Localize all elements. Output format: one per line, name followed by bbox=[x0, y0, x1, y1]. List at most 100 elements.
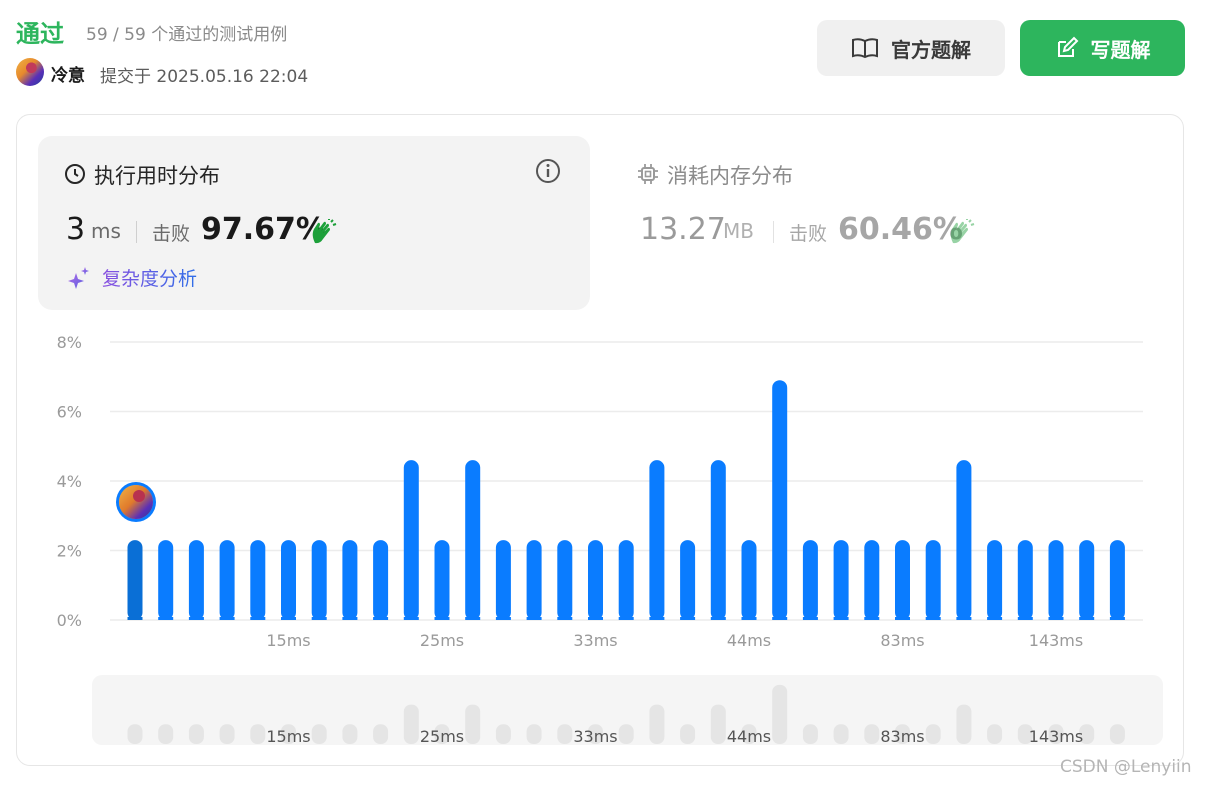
x-tick-label: 44ms bbox=[727, 631, 771, 650]
chart-bar-base bbox=[741, 617, 757, 620]
chart-bar[interactable] bbox=[680, 540, 696, 620]
chart-bar[interactable] bbox=[557, 540, 573, 620]
chart-bar-base bbox=[618, 617, 634, 620]
navigator-tick-label: 25ms bbox=[420, 727, 464, 746]
chart-bar-base bbox=[403, 617, 419, 620]
chart-bar-base bbox=[127, 617, 143, 620]
navigator-tick-label: 44ms bbox=[727, 727, 771, 746]
navigator-bar bbox=[710, 704, 726, 744]
chart-bar-base bbox=[188, 617, 204, 620]
chart-bar[interactable] bbox=[987, 540, 1003, 620]
navigator-bar bbox=[772, 684, 788, 744]
navigator-tick-label: 33ms bbox=[573, 727, 617, 746]
navigator-bar bbox=[864, 724, 880, 744]
chart-bar-base bbox=[680, 617, 696, 620]
y-tick-label: 8% bbox=[57, 333, 82, 352]
chart-bar[interactable] bbox=[188, 540, 204, 620]
chart-bar[interactable] bbox=[373, 540, 389, 620]
current-position-avatar bbox=[116, 482, 156, 522]
chart-bar[interactable] bbox=[434, 540, 450, 620]
chart-bar-base bbox=[526, 617, 542, 620]
navigator-bar bbox=[649, 704, 665, 744]
chart-bar[interactable] bbox=[833, 540, 849, 620]
chart-bar-base bbox=[158, 617, 174, 620]
navigator-bar bbox=[373, 724, 389, 744]
navigator-tick-label: 83ms bbox=[880, 727, 924, 746]
chart-bar[interactable] bbox=[403, 460, 419, 620]
chart-bar[interactable] bbox=[864, 540, 880, 620]
chart-bar[interactable] bbox=[1048, 540, 1064, 620]
chart-bar[interactable] bbox=[802, 540, 818, 620]
chart-bar[interactable] bbox=[772, 380, 788, 620]
chart-bar[interactable] bbox=[1079, 540, 1095, 620]
chart-bar-base bbox=[987, 617, 1003, 620]
chart-bar[interactable] bbox=[158, 540, 174, 620]
chart-bar[interactable] bbox=[649, 460, 665, 620]
y-tick-label: 4% bbox=[57, 472, 82, 491]
navigator-bar bbox=[956, 704, 972, 744]
chart-bar-base bbox=[311, 617, 327, 620]
chart-bar[interactable] bbox=[465, 460, 481, 620]
x-tick-label: 33ms bbox=[573, 631, 617, 650]
navigator-bar bbox=[219, 724, 235, 744]
chart-bar-base bbox=[588, 617, 603, 620]
navigator-bar bbox=[987, 724, 1003, 744]
navigator-bar bbox=[188, 724, 204, 744]
chart-bar[interactable] bbox=[956, 460, 972, 620]
chart-bar-base bbox=[495, 617, 511, 620]
navigator-bar bbox=[802, 724, 818, 744]
x-tick-label: 143ms bbox=[1029, 631, 1083, 650]
chart-bar[interactable] bbox=[741, 540, 757, 620]
chart-bar[interactable] bbox=[1017, 540, 1033, 620]
chart-bar[interactable] bbox=[281, 540, 296, 620]
chart-bar-base bbox=[1109, 617, 1125, 620]
x-tick-label: 83ms bbox=[880, 631, 924, 650]
navigator-bar bbox=[925, 724, 941, 744]
chart-bar-base bbox=[434, 617, 450, 620]
navigator-bar bbox=[833, 724, 849, 744]
navigator-bar bbox=[342, 724, 358, 744]
chart-bar[interactable] bbox=[588, 540, 603, 620]
chart-bar[interactable] bbox=[526, 540, 542, 620]
chart-bar[interactable] bbox=[925, 540, 941, 620]
navigator-bar bbox=[680, 724, 696, 744]
chart-bar-base bbox=[250, 617, 266, 620]
chart-bar-base bbox=[925, 617, 941, 620]
chart-bar-base bbox=[1048, 617, 1064, 620]
y-tick-label: 0% bbox=[57, 611, 82, 630]
watermark: CSDN @Lenyiin bbox=[1060, 757, 1192, 777]
navigator-tick-label: 143ms bbox=[1029, 727, 1083, 746]
chart-bar[interactable] bbox=[495, 540, 511, 620]
y-tick-label: 6% bbox=[57, 403, 82, 422]
runtime-distribution-chart[interactable]: 0% 2% 4% 6% 8% 15ms 15ms 25ms 25ms 33ms 33ms 44ms 4… bbox=[0, 0, 1225, 787]
chart-bar-base bbox=[710, 617, 726, 620]
chart-bar-base bbox=[864, 617, 880, 620]
navigator-bar bbox=[618, 724, 634, 744]
chart-bar-base bbox=[557, 617, 573, 620]
chart-bar[interactable] bbox=[895, 540, 910, 620]
chart-bar[interactable] bbox=[1109, 540, 1125, 620]
navigator-bar bbox=[250, 724, 266, 744]
chart-bar-base bbox=[465, 617, 481, 620]
navigator-tick-label: 15ms bbox=[266, 727, 310, 746]
navigator-bar bbox=[311, 724, 327, 744]
navigator-bar bbox=[127, 724, 143, 744]
chart-bar-base bbox=[802, 617, 818, 620]
navigator-bar bbox=[526, 724, 542, 744]
chart-bar[interactable] bbox=[127, 540, 143, 620]
navigator-bar bbox=[557, 724, 573, 744]
chart-bar[interactable] bbox=[311, 540, 327, 620]
chart-bar-base bbox=[833, 617, 849, 620]
navigator-bar bbox=[403, 704, 419, 744]
navigator-bar bbox=[465, 704, 481, 744]
chart-bar[interactable] bbox=[710, 460, 726, 620]
x-tick-label: 25ms bbox=[420, 631, 464, 650]
chart-bar-base bbox=[772, 617, 788, 620]
chart-bar[interactable] bbox=[219, 540, 235, 620]
chart-bar-base bbox=[956, 617, 972, 620]
chart-bar-base bbox=[219, 617, 235, 620]
chart-bar[interactable] bbox=[250, 540, 266, 620]
navigator-bar bbox=[1109, 724, 1125, 744]
chart-bar[interactable] bbox=[618, 540, 634, 620]
chart-bar[interactable] bbox=[342, 540, 358, 620]
